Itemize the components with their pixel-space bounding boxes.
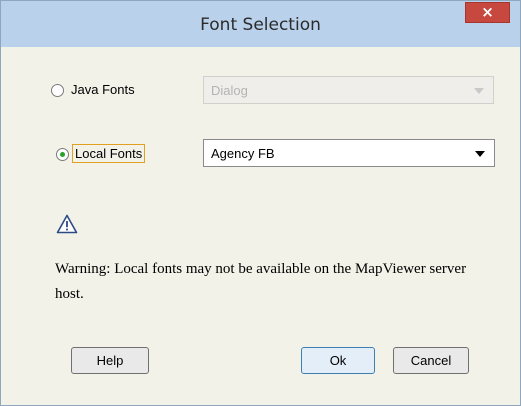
dialog-content: Java Fonts Dialog Local Fonts Agency FB … xyxy=(9,47,511,399)
java-fonts-label[interactable]: Java Fonts xyxy=(71,82,135,97)
chevron-down-icon xyxy=(474,88,484,94)
warning-triangle-icon xyxy=(56,214,78,234)
radio-selected-dot xyxy=(60,152,65,157)
local-fonts-label[interactable]: Local Fonts xyxy=(72,144,146,163)
close-button[interactable]: × xyxy=(465,2,510,23)
ok-button[interactable]: Ok xyxy=(301,347,375,374)
java-fonts-dropdown: Dialog xyxy=(203,76,494,104)
dialog-title: Font Selection xyxy=(200,15,321,35)
local-fonts-dropdown[interactable]: Agency FB xyxy=(203,139,495,167)
java-fonts-radio[interactable] xyxy=(51,84,64,97)
warning-message: Warning: Local fonts may not be availabl… xyxy=(55,261,467,302)
cancel-button[interactable]: Cancel xyxy=(393,347,469,374)
title-bar[interactable]: Font Selection × xyxy=(1,1,520,47)
close-icon: × xyxy=(481,3,494,21)
help-button[interactable]: Help xyxy=(71,347,149,374)
font-selection-dialog: Font Selection × Java Fonts Dialog Local… xyxy=(0,0,521,406)
local-fonts-radio[interactable] xyxy=(56,148,69,161)
java-fonts-dropdown-value: Dialog xyxy=(211,83,248,98)
local-fonts-dropdown-value: Agency FB xyxy=(211,146,275,161)
chevron-down-icon xyxy=(475,151,485,157)
